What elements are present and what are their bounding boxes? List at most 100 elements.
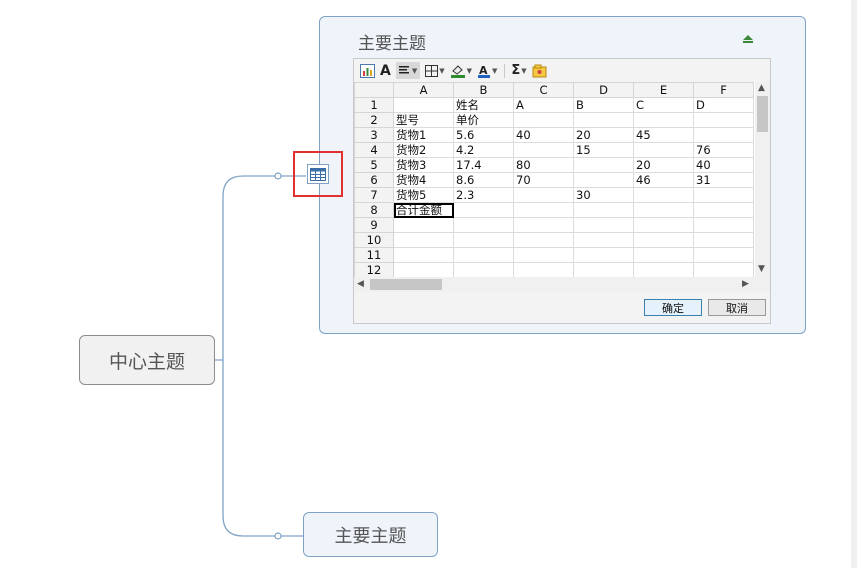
- row-header[interactable]: 11: [354, 247, 394, 263]
- sheet-cell[interactable]: [513, 112, 574, 128]
- sheet-cell[interactable]: [693, 262, 754, 277]
- row-header[interactable]: 3: [354, 127, 394, 143]
- horizontal-scroll-thumb[interactable]: [370, 279, 442, 290]
- column-header[interactable]: D: [573, 82, 634, 98]
- sheet-cell[interactable]: [633, 142, 694, 158]
- main-topic-title[interactable]: 主要主题: [358, 29, 426, 54]
- sheet-cell[interactable]: 70: [513, 172, 574, 188]
- ok-button[interactable]: 确定: [644, 299, 702, 316]
- sheet-cell[interactable]: [513, 262, 574, 277]
- column-header[interactable]: C: [513, 82, 574, 98]
- row-header[interactable]: 7: [354, 187, 394, 203]
- sheet-cell[interactable]: [573, 232, 634, 248]
- sheet-cell[interactable]: 15: [573, 142, 634, 158]
- sheet-cell[interactable]: [513, 202, 574, 218]
- sheet-cell[interactable]: [693, 247, 754, 263]
- sheet-cell[interactable]: 20: [633, 157, 694, 173]
- font-icon[interactable]: A: [380, 62, 391, 79]
- sheet-cell[interactable]: 货物3: [393, 157, 454, 173]
- row-header[interactable]: 6: [354, 172, 394, 188]
- sheet-cell[interactable]: [633, 247, 694, 263]
- row-header[interactable]: 8: [354, 202, 394, 218]
- sheet-cell[interactable]: [633, 217, 694, 233]
- row-header[interactable]: 12: [354, 262, 394, 277]
- sheet-cell[interactable]: [693, 217, 754, 233]
- sheet-cell[interactable]: [633, 262, 694, 277]
- sheet-cell[interactable]: 20: [573, 127, 634, 143]
- sheet-cell[interactable]: 31: [693, 172, 754, 188]
- column-header[interactable]: E: [633, 82, 694, 98]
- row-header[interactable]: 4: [354, 142, 394, 158]
- sheet-cell[interactable]: B: [573, 97, 634, 113]
- column-header[interactable]: A: [393, 82, 454, 98]
- border-icon[interactable]: ▼: [425, 62, 445, 79]
- horizontal-scrollbar[interactable]: ◀ ▶: [354, 277, 770, 292]
- row-header[interactable]: 1: [354, 97, 394, 113]
- sheet-cell[interactable]: 46: [633, 172, 694, 188]
- sheet-cell[interactable]: 40: [513, 127, 574, 143]
- sheet-cell[interactable]: 8.6: [453, 172, 514, 188]
- sheet-cell[interactable]: 单价: [453, 112, 514, 128]
- scroll-right-icon[interactable]: ▶: [742, 279, 749, 289]
- sheet-cell[interactable]: [693, 187, 754, 203]
- scroll-left-icon[interactable]: ◀: [357, 279, 364, 289]
- sheet-cell[interactable]: [513, 217, 574, 233]
- sheet-cell[interactable]: [513, 142, 574, 158]
- sheet-cell[interactable]: 4.2: [453, 142, 514, 158]
- sheet-cell[interactable]: [393, 262, 454, 277]
- row-header[interactable]: 2: [354, 112, 394, 128]
- sheet-cell[interactable]: 货物4: [393, 172, 454, 188]
- collapse-icon[interactable]: [741, 34, 755, 44]
- align-icon[interactable]: ▼: [395, 62, 421, 79]
- fill-color-icon[interactable]: ▼: [450, 62, 472, 79]
- sheet-cell[interactable]: 货物5: [393, 187, 454, 203]
- sheet-cell[interactable]: [693, 202, 754, 218]
- sheet-cell[interactable]: 姓名: [453, 97, 514, 113]
- sheet-cell[interactable]: 76: [693, 142, 754, 158]
- column-header[interactable]: B: [453, 82, 514, 98]
- sheet-cell[interactable]: [693, 232, 754, 248]
- sheet-cell[interactable]: [513, 187, 574, 203]
- sheet-cell[interactable]: C: [633, 97, 694, 113]
- sheet-cell[interactable]: [453, 247, 514, 263]
- row-header[interactable]: 5: [354, 157, 394, 173]
- sub-topic[interactable]: 主要主题: [303, 512, 438, 557]
- sheet-cell[interactable]: [453, 262, 514, 277]
- table-icon[interactable]: [307, 164, 329, 184]
- sheet-cell[interactable]: [693, 127, 754, 143]
- sheet-cell[interactable]: A: [513, 97, 574, 113]
- chart-icon[interactable]: [360, 62, 375, 79]
- sheet-cell[interactable]: [393, 97, 454, 113]
- row-header[interactable]: 10: [354, 232, 394, 248]
- sheet-cell[interactable]: D: [693, 97, 754, 113]
- vertical-scroll-thumb[interactable]: [757, 96, 768, 132]
- sheet-cell[interactable]: 合计金额: [393, 202, 454, 218]
- sheet-cell[interactable]: [453, 202, 514, 218]
- sheet-table[interactable]: A B C D E F 1 姓名 A B C D 2 型号 单价 3 货物1 5.6 40 20 45 4 货物…: [354, 82, 754, 277]
- sheet-cell[interactable]: [573, 157, 634, 173]
- sheet-cell[interactable]: [633, 112, 694, 128]
- sheet-cell[interactable]: 80: [513, 157, 574, 173]
- sheet-cell[interactable]: 型号: [393, 112, 454, 128]
- sheet-cell[interactable]: [393, 232, 454, 248]
- sheet-cell[interactable]: [573, 262, 634, 277]
- sheet-cell[interactable]: [693, 112, 754, 128]
- cancel-button[interactable]: 取消: [708, 299, 766, 316]
- sheet-cell[interactable]: 2.3: [453, 187, 514, 203]
- sheet-cell[interactable]: 货物2: [393, 142, 454, 158]
- sheet-cell[interactable]: [633, 187, 694, 203]
- sheet-cell[interactable]: [573, 217, 634, 233]
- sheet-grid[interactable]: A B C D E F 1 姓名 A B C D 2 型号 单价 3 货物1 5.6 40 20 45 4 货物…: [354, 82, 755, 277]
- sheet-cell[interactable]: [633, 202, 694, 218]
- sheet-cell[interactable]: [453, 217, 514, 233]
- sheet-cell[interactable]: 45: [633, 127, 694, 143]
- sheet-cell[interactable]: 5.6: [453, 127, 514, 143]
- sheet-cell[interactable]: [393, 217, 454, 233]
- sheet-cell[interactable]: [513, 232, 574, 248]
- sheet-cell[interactable]: [633, 232, 694, 248]
- center-topic[interactable]: 中心主题: [79, 335, 215, 385]
- main-topic-card[interactable]: 主要主题 A ▼ ▼ ▼ A ▼ Σ ▼ A B C D E F 1 姓名 A …: [319, 16, 806, 334]
- sheet-cell[interactable]: 17.4: [453, 157, 514, 173]
- vertical-scrollbar[interactable]: ▲ ▼: [755, 82, 770, 277]
- column-header[interactable]: F: [693, 82, 754, 98]
